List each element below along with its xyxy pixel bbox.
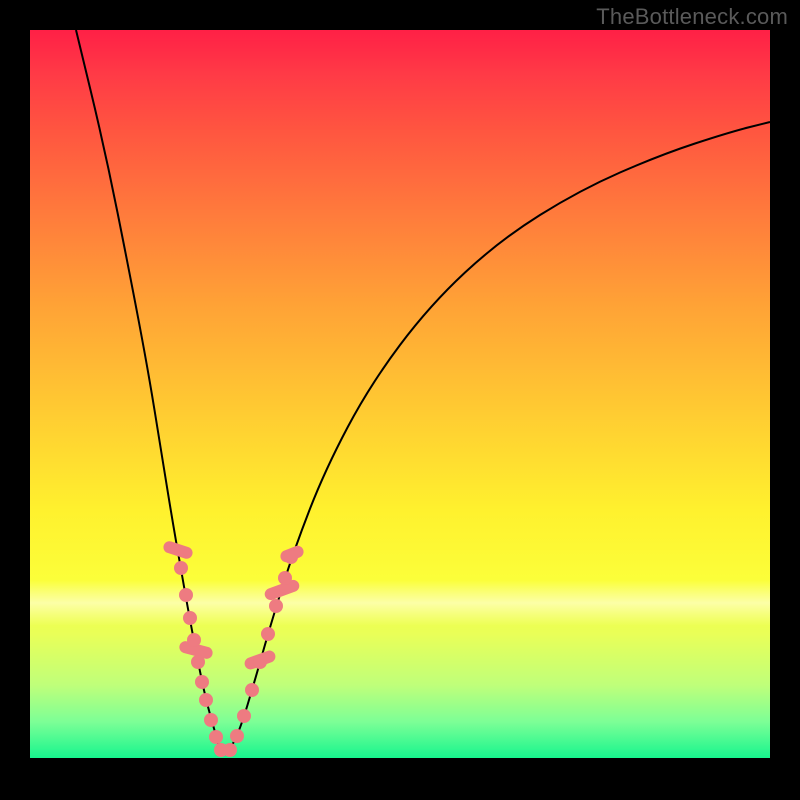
marker-dot [261,627,275,641]
marker-dot [199,693,213,707]
marker-dot [253,655,267,669]
chart-plot-area [30,30,770,758]
marker-dot [284,550,298,564]
marker-dot [174,561,188,575]
right-curve [228,122,770,753]
marker-dot [245,683,259,697]
marker-dot [183,611,197,625]
marker-dot [237,709,251,723]
marker-dot [223,743,237,757]
chart-frame: TheBottleneck.com [0,0,800,800]
marker-dot [204,713,218,727]
marker-dot [191,655,205,669]
marker-dot [209,730,223,744]
marker-dot [269,599,283,613]
chart-svg [30,30,770,758]
watermark-text: TheBottleneck.com [596,4,788,30]
marker-pills [162,540,305,671]
marker-dot [179,588,193,602]
marker-dot [195,675,209,689]
marker-dot [278,571,292,585]
marker-dot [187,633,201,647]
marker-dot [230,729,244,743]
